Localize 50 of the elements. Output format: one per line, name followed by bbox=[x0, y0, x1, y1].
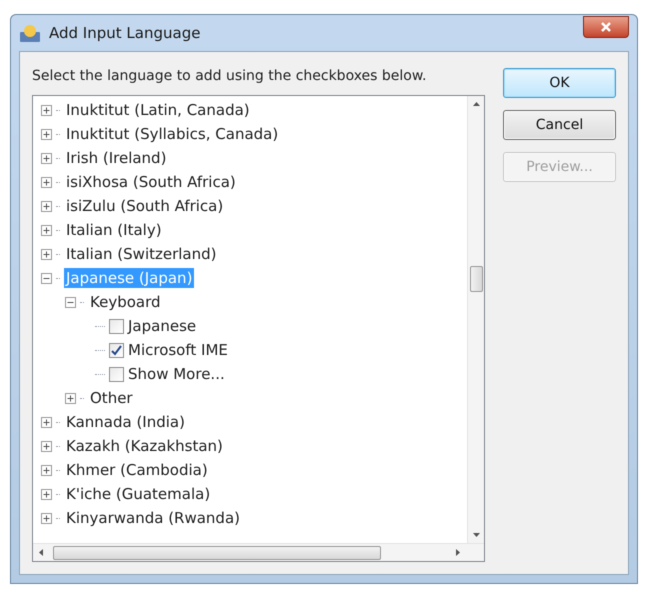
scroll-thumb[interactable] bbox=[53, 546, 381, 560]
dialog-button[interactable]: OK bbox=[503, 68, 616, 98]
tree-item[interactable]: Keyboard bbox=[88, 292, 163, 312]
expand-icon[interactable] bbox=[41, 224, 52, 236]
tree-item[interactable]: Khmer (Cambodia) bbox=[64, 460, 210, 480]
tree-item-label[interactable]: Show More... bbox=[128, 362, 225, 386]
expand-icon[interactable] bbox=[41, 128, 52, 140]
checkbox[interactable] bbox=[109, 366, 124, 382]
scroll-thumb[interactable] bbox=[470, 266, 482, 292]
vertical-scrollbar[interactable] bbox=[467, 96, 484, 543]
checkbox[interactable] bbox=[109, 318, 124, 334]
expand-icon[interactable] bbox=[41, 464, 52, 476]
expand-icon[interactable] bbox=[41, 416, 52, 428]
checkbox[interactable] bbox=[109, 342, 124, 358]
collapse-icon[interactable] bbox=[65, 296, 76, 308]
scroll-down-icon[interactable] bbox=[472, 533, 480, 537]
expand-icon[interactable] bbox=[41, 176, 52, 188]
tree-item[interactable]: K'iche (Guatemala) bbox=[64, 484, 212, 504]
tree-item[interactable]: Other bbox=[88, 388, 135, 408]
close-button[interactable] bbox=[583, 16, 629, 38]
expand-icon[interactable] bbox=[65, 392, 76, 404]
tree-item[interactable]: Kazakh (Kazakhstan) bbox=[64, 436, 225, 456]
expand-icon[interactable] bbox=[41, 104, 52, 116]
tree-item[interactable]: Italian (Switzerland) bbox=[64, 244, 218, 264]
tree-item[interactable]: Inuktitut (Syllabics, Canada) bbox=[64, 124, 280, 144]
expand-icon[interactable] bbox=[41, 488, 52, 500]
close-icon bbox=[600, 21, 612, 33]
tree-item[interactable]: Irish (Ireland) bbox=[64, 148, 168, 168]
instruction-text: Select the language to add using the checkboxes below. bbox=[32, 67, 428, 86]
app-icon bbox=[19, 23, 41, 43]
collapse-icon[interactable] bbox=[41, 272, 52, 284]
tree-item[interactable]: Italian (Italy) bbox=[64, 220, 164, 240]
tree-item[interactable]: Kinyarwanda (Rwanda) bbox=[64, 508, 242, 528]
tree-item[interactable]: isiXhosa (South Africa) bbox=[64, 172, 238, 192]
tree-item[interactable]: isiZulu (South Africa) bbox=[64, 196, 226, 216]
expand-icon[interactable] bbox=[41, 440, 52, 452]
horizontal-scrollbar[interactable] bbox=[33, 543, 484, 561]
expand-icon[interactable] bbox=[41, 248, 52, 260]
scroll-left-icon[interactable] bbox=[39, 549, 43, 556]
expand-icon[interactable] bbox=[41, 512, 52, 524]
expand-icon[interactable] bbox=[41, 152, 52, 164]
scroll-right-icon[interactable] bbox=[456, 549, 460, 556]
dialog-button[interactable]: Cancel bbox=[503, 110, 616, 140]
tree-item-label[interactable]: Japanese bbox=[128, 314, 196, 338]
window-title: Add Input Language bbox=[49, 22, 200, 44]
scroll-up-icon[interactable] bbox=[472, 102, 480, 106]
tree-item[interactable]: Kannada (India) bbox=[64, 412, 187, 432]
expand-icon[interactable] bbox=[41, 200, 52, 212]
tree-item[interactable]: Inuktitut (Latin, Canada) bbox=[64, 100, 252, 120]
tree-item-label[interactable]: Microsoft IME bbox=[128, 338, 228, 362]
